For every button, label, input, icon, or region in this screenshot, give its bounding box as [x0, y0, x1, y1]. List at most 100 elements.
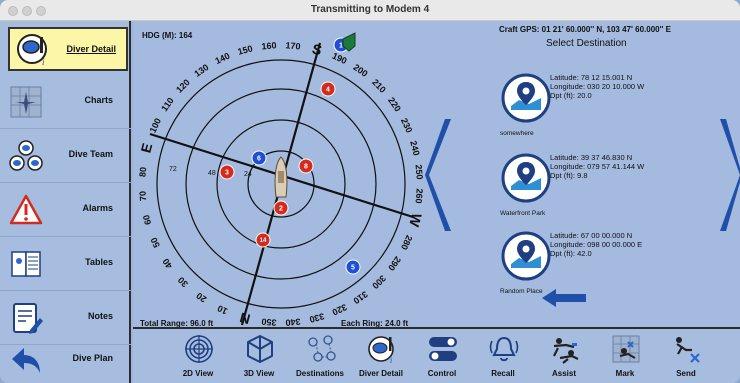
dive-marker[interactable]: 6	[251, 150, 267, 166]
destination-waterfront-park[interactable]: Latitude: 39 37 46.830 N Longitude: 079 …	[496, 153, 716, 223]
target-icon	[185, 335, 213, 363]
sidebar-item-alarms[interactable]: Alarms	[0, 183, 131, 237]
dial-label: 250	[413, 164, 424, 180]
ring-label: 24	[244, 171, 252, 178]
toolbar-destinations-button[interactable]: Destinations	[290, 332, 350, 383]
destination-depth: Dpt (ft): 9.8	[550, 171, 588, 180]
dial-label: 70	[137, 191, 148, 202]
bottom-toolbar: 2D View 3D View Destinations i Diver Det…	[133, 327, 740, 383]
destination-info: Latitude: 67 00 00.000 N Longitude: 098 …	[550, 231, 642, 258]
destination-depth: Dpt (ft): 42.0	[550, 249, 592, 258]
toolbar-2d-view-button[interactable]: 2D View	[168, 332, 228, 383]
dial-label: 320	[331, 302, 349, 317]
dial-label: 260	[413, 188, 424, 204]
assist-icon	[553, 338, 579, 364]
dial-label: 10	[216, 303, 229, 316]
toggle-icon	[429, 337, 457, 361]
destination-longitude: Longitude: 098 00 00.000 E	[550, 240, 643, 249]
toolbar-label: Send	[676, 369, 696, 378]
diver-detail-icon: i	[17, 34, 47, 67]
sidebar-item-label: Tables	[85, 257, 113, 267]
dial-label: 120	[174, 77, 192, 95]
toolbar-diver-detail-button[interactable]: i Diver Detail	[351, 332, 411, 383]
svg-text:i: i	[390, 356, 392, 364]
compass-radar[interactable]: 100110120130140150 160 170 S 190200210220230…	[133, 21, 433, 327]
select-destination-title: Select Destination	[546, 38, 627, 49]
toolbar-label: Assist	[551, 369, 576, 378]
charts-icon	[10, 86, 42, 118]
destination-name: Random Place	[500, 288, 543, 295]
dial-label: 40	[161, 257, 175, 271]
toolbar-label: Mark	[615, 369, 635, 378]
dial-label: 110	[159, 96, 176, 114]
dial-label: 200	[352, 62, 370, 79]
toolbar-label: Control	[427, 369, 457, 378]
toolbar-control-button[interactable]: Control	[412, 332, 472, 383]
dial-label: 220	[386, 95, 403, 113]
dive-marker[interactable]: 14	[255, 232, 271, 248]
dial-label: 210	[370, 77, 388, 95]
sidebar-item-dive-team[interactable]: Dive Team	[0, 129, 131, 183]
destination-info: Latitude: 39 37 46.830 N Longitude: 079 …	[550, 153, 644, 180]
mark-icon	[612, 335, 640, 363]
dial-label: 280	[399, 234, 414, 252]
recall-bell-icon	[489, 336, 519, 362]
toolbar-label: Diver Detail	[358, 369, 404, 378]
sidebar-item-diver-detail[interactable]: i Diver Detail	[8, 27, 128, 71]
dive-marker-label: 6	[257, 155, 261, 162]
toolbar-3d-view-button[interactable]: 3D View	[229, 332, 289, 383]
ring-label: 48	[208, 170, 216, 177]
send-icon	[676, 337, 700, 363]
dial-label: 350	[261, 316, 277, 327]
sidebar-item-tables[interactable]: Tables	[0, 237, 131, 291]
dive-team-icon	[9, 140, 43, 171]
toolbar-assist-button[interactable]: Assist	[534, 332, 594, 383]
dive-marker-label: 2	[279, 205, 283, 212]
destination-info: Latitude: 78 12 15.001 N Longitude: 030 …	[550, 73, 644, 100]
destination-name: Waterfront Park	[500, 210, 546, 217]
sidebar-item-charts[interactable]: Charts	[0, 75, 131, 129]
sidebar-item-label: Dive Plan	[72, 353, 113, 363]
dive-marker[interactable]: 8	[298, 158, 314, 174]
arrow-left-icon[interactable]	[542, 289, 588, 307]
boat-icon	[274, 156, 288, 198]
sidebar-item-dive-plan[interactable]: Dive Plan	[0, 333, 131, 383]
dial-label: 160	[261, 40, 277, 51]
destination-somewhere[interactable]: Latitude: 78 12 15.001 N Longitude: 030 …	[496, 73, 716, 143]
sidebar-item-label: Charts	[84, 95, 113, 105]
dial-label: 50	[149, 236, 162, 249]
map-pin-icon	[501, 231, 551, 281]
toolbar-label: Destinations	[295, 369, 344, 378]
destination-latitude: Latitude: 67 00 00.000 N	[550, 231, 633, 240]
dial-label: 330	[308, 311, 325, 325]
toolbar-label: 2D View	[182, 369, 214, 378]
tables-icon	[11, 251, 41, 277]
dive-marker[interactable]: 2	[273, 200, 289, 216]
dive-marker-label: 8	[304, 163, 308, 170]
sidebar-item-label: Dive Team	[68, 149, 113, 159]
dial-label: 300	[370, 273, 388, 291]
sidebar: i Diver Detail Charts Dive Team Alarms T…	[0, 21, 131, 383]
sidebar-item-label: Diver Detail	[66, 44, 116, 54]
window-title: Transmitting to Modem 4	[310, 4, 430, 15]
diver-detail-icon: i	[368, 336, 394, 364]
dial-label: 100	[148, 117, 163, 135]
dial-label: 20	[194, 291, 208, 305]
dive-marker[interactable]: 5	[345, 259, 361, 275]
toolbar-recall-button[interactable]: Recall	[473, 332, 533, 383]
destination-depth: Dpt (ft): 20.0	[550, 91, 592, 100]
ring-label: 72	[169, 166, 177, 173]
chevron-left-icon[interactable]	[425, 115, 455, 235]
sidebar-item-label: Notes	[87, 311, 113, 321]
dial-label: 340	[285, 316, 301, 327]
dive-marker-label: 4	[326, 86, 330, 93]
toolbar-send-button[interactable]: Send	[656, 332, 716, 383]
dive-marker[interactable]: 4	[320, 81, 336, 97]
dial-label: 310	[352, 289, 370, 306]
app-window: Transmitting to Modem 4 i Diver Detail C…	[0, 0, 740, 383]
toolbar-mark-button[interactable]: Mark	[595, 332, 655, 383]
chevron-right-icon[interactable]	[720, 115, 740, 235]
destination-random-place[interactable]: Latitude: 67 00 00.000 N Longitude: 098 …	[496, 231, 716, 301]
destination-latitude: Latitude: 78 12 15.001 N	[550, 73, 633, 82]
dive-marker[interactable]: 3	[219, 164, 235, 180]
